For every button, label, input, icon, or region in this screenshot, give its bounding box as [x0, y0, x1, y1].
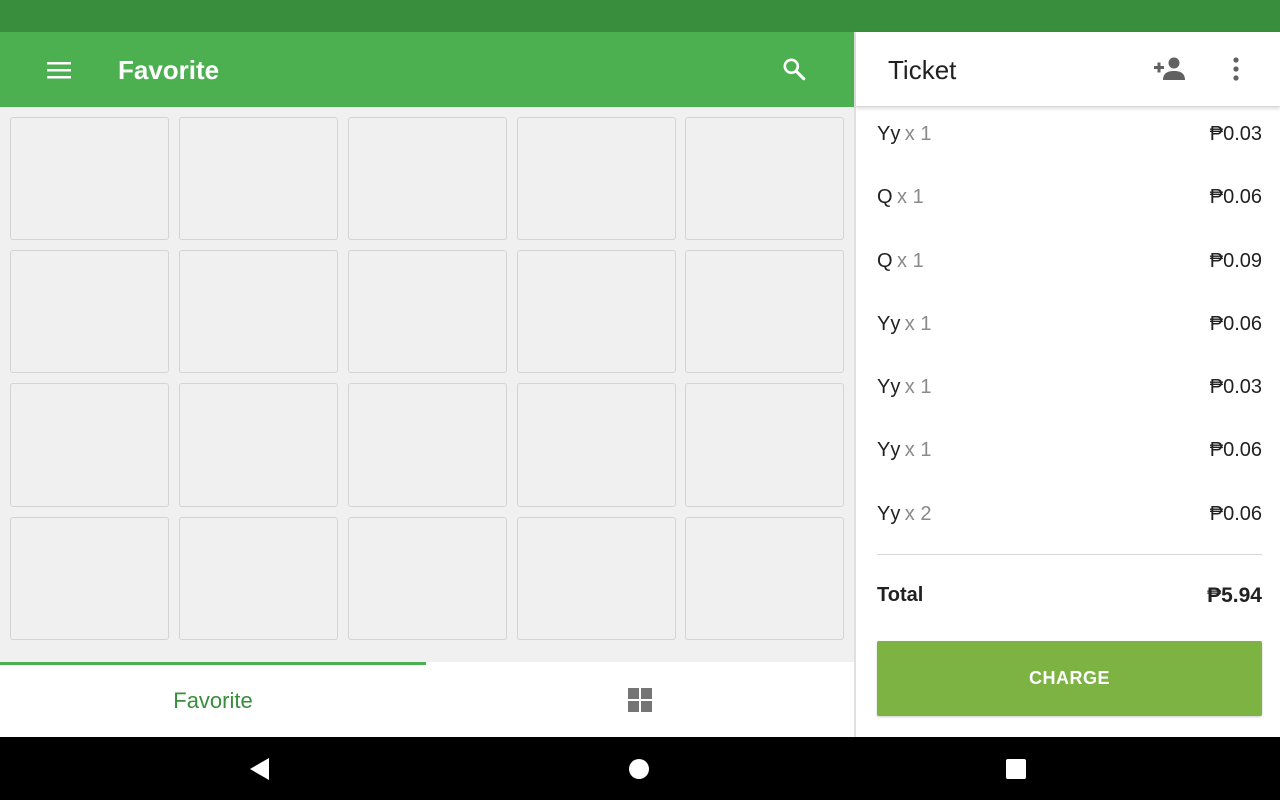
total-label: Total: [877, 584, 924, 606]
ticket-item[interactable]: Yy x 1 ₱0.03: [877, 107, 1262, 170]
ticket-item-name: Yy: [877, 123, 901, 145]
items-pane: Favorite Favorite: [0, 32, 854, 737]
ticket-item-name: Yy: [877, 502, 901, 525]
back-button[interactable]: [240, 749, 280, 789]
charge-button-label: CHARGE: [1028, 668, 1110, 688]
item-tile[interactable]: [517, 383, 676, 507]
item-tile[interactable]: [685, 517, 844, 640]
ticket-divider: [877, 554, 1262, 555]
ticket-item[interactable]: Yy x 2 ₱0.06: [877, 487, 1262, 550]
ticket-item-price: ₱0.06: [1209, 439, 1262, 462]
item-tile[interactable]: [10, 517, 169, 640]
item-tile[interactable]: [179, 117, 338, 240]
total-row: Total ₱5.94: [877, 584, 1262, 608]
ticket-item-name: Yy: [877, 376, 901, 399]
ticket-item[interactable]: Q x 1 ₱0.06: [877, 170, 1262, 233]
ticket-item-price: ₱0.09: [1209, 249, 1262, 272]
add-customer-icon: [1154, 57, 1185, 80]
ticket-item[interactable]: Yy x 1 ₱0.03: [877, 360, 1262, 423]
ticket-item-name: Q: [877, 186, 893, 209]
item-tile[interactable]: [10, 117, 169, 240]
menu-button[interactable]: [39, 50, 79, 90]
ticket-item-price: ₱0.03: [1209, 123, 1262, 145]
add-customer-button[interactable]: [1150, 49, 1190, 89]
ticket-item-qty: x 1: [904, 312, 932, 335]
ticket-item-price: ₱0.06: [1209, 312, 1262, 335]
item-tile[interactable]: [348, 517, 507, 640]
ticket-item[interactable]: Yy x 1 ₱0.06: [877, 423, 1262, 486]
ticket-item-qty: x 1: [897, 186, 924, 209]
system-nav-bar: [0, 737, 1280, 800]
ticket-item-name: Yy: [877, 312, 901, 335]
status-bar: [0, 0, 1280, 32]
search-icon: [783, 58, 806, 81]
item-tile[interactable]: [348, 117, 507, 240]
tab-favorite-label: Favorite: [173, 688, 253, 713]
total-value: ₱5.94: [1207, 584, 1262, 607]
more-options-button[interactable]: [1216, 49, 1256, 89]
item-tile[interactable]: [179, 250, 338, 373]
item-tile[interactable]: [517, 517, 676, 640]
item-grid: [10, 117, 844, 640]
more-vert-icon: [1233, 57, 1239, 81]
ticket-item-price: ₱0.03: [1209, 376, 1262, 399]
ticket-item[interactable]: Yy x 1 ₱0.06: [877, 297, 1262, 360]
ticket-item-qty: x 1: [897, 249, 924, 272]
ticket-item-name: Yy: [877, 439, 901, 462]
ticket-item-name: Q: [877, 249, 893, 272]
ticket-pane: Ticket Yy x 1 ₱0.03 Q x 1 ₱0.06 Q x 1 ₱0…: [854, 32, 1280, 737]
item-tile[interactable]: [517, 117, 676, 240]
item-tile[interactable]: [685, 383, 844, 507]
ticket-item-qty: x 1: [904, 439, 932, 462]
ticket-item-qty: x 1: [904, 376, 932, 399]
charge-button[interactable]: CHARGE: [877, 641, 1262, 716]
ticket-item[interactable]: Q x 1 ₱0.09: [877, 234, 1262, 297]
back-icon: [250, 758, 269, 780]
item-tile[interactable]: [685, 250, 844, 373]
ticket-item-price: ₱0.06: [1209, 186, 1262, 209]
recents-icon: [1006, 759, 1026, 779]
recents-button[interactable]: [996, 749, 1036, 789]
bottom-tabs: Favorite: [0, 662, 854, 737]
ticket-title: Ticket: [888, 55, 957, 85]
item-tile[interactable]: [179, 517, 338, 640]
item-tile[interactable]: [10, 250, 169, 373]
item-tile[interactable]: [685, 117, 844, 240]
home-icon: [629, 759, 649, 779]
grid-view-icon: [628, 687, 652, 712]
item-tile[interactable]: [348, 250, 507, 373]
ticket-header: Ticket: [856, 32, 1280, 107]
tab-grid-view[interactable]: [426, 662, 854, 737]
ticket-item-list: Yy x 1 ₱0.03 Q x 1 ₱0.06 Q x 1 ₱0.09 Yy …: [877, 107, 1262, 550]
home-button[interactable]: [619, 749, 659, 789]
item-tile[interactable]: [179, 383, 338, 507]
item-tile[interactable]: [348, 383, 507, 507]
item-tile[interactable]: [517, 250, 676, 373]
item-tile[interactable]: [10, 383, 169, 507]
page-title: Favorite: [118, 55, 220, 85]
tab-favorite[interactable]: Favorite: [0, 662, 426, 737]
search-button[interactable]: [774, 49, 814, 89]
ticket-item-qty: x 1: [904, 123, 932, 145]
app-bar: Favorite: [0, 32, 854, 107]
ticket-item-price: ₱0.06: [1209, 502, 1262, 525]
menu-icon: [47, 62, 71, 79]
ticket-item-qty: x 2: [904, 502, 932, 525]
